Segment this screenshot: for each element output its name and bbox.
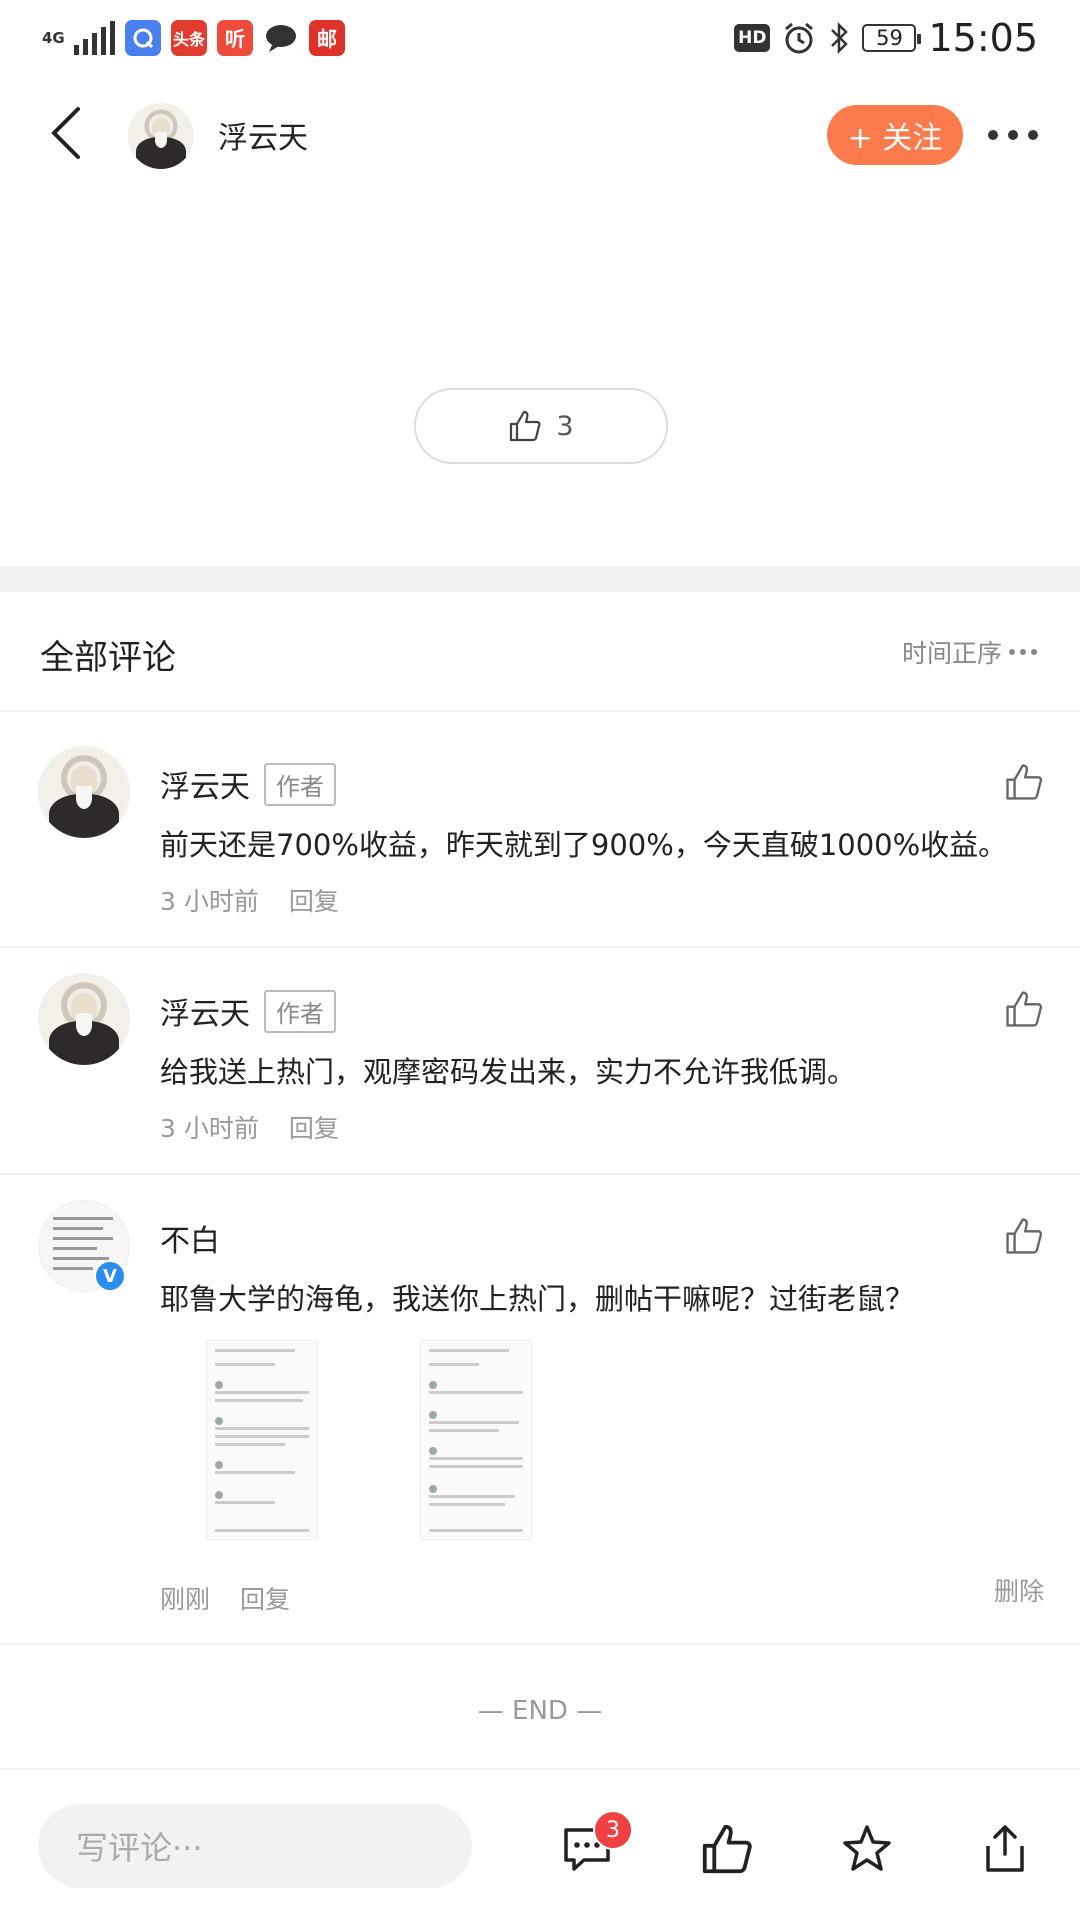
status-left: 4G 头条 听 邮: [42, 19, 345, 56]
thumbs-up-icon: [1006, 764, 1043, 800]
sort-button[interactable]: 时间正序: [902, 634, 1038, 670]
toutiao-app-icon: 头条: [171, 19, 207, 56]
section-separator: [0, 566, 1080, 592]
mail-app-icon: 邮: [309, 19, 345, 56]
bluetooth-icon: [831, 21, 849, 54]
comment-time: 3 小时前: [160, 1114, 259, 1143]
commenter-name[interactable]: 浮云天: [160, 989, 250, 1033]
commenter-name-row: 不白: [160, 1216, 220, 1260]
commenter-name-row: 浮云天 作者: [160, 762, 336, 806]
comment-meta: 刚刚 回复: [160, 1580, 290, 1616]
top-nav: 浮云天 + 关注: [0, 75, 1080, 195]
battery-icon: 59: [862, 23, 922, 52]
clock: 15:05: [928, 15, 1038, 60]
listen-app-icon: 听: [217, 19, 253, 56]
commenter-name[interactable]: 浮云天: [160, 762, 250, 806]
thumbs-up-icon: [702, 1824, 752, 1874]
comment-time: 刚刚: [160, 1585, 211, 1614]
reply-button[interactable]: 回复: [289, 882, 339, 918]
comment-count-badge: 3: [593, 1810, 633, 1850]
battery-level: 59: [876, 25, 903, 50]
author-badge: 作者: [264, 989, 336, 1033]
comment-text: 给我送上热门，观摩密码发出来，实力不允许我低调。: [160, 1055, 857, 1089]
commenter-avatar[interactable]: [38, 973, 130, 1065]
more-dots-icon: [1009, 649, 1037, 655]
back-button[interactable]: [44, 103, 94, 163]
comment-text: 耶鲁大学的海龟，我送你上热门，删帖干嘛呢？过街老鼠？: [160, 1282, 915, 1316]
share-button[interactable]: [978, 1822, 1032, 1876]
chevron-left-icon: [51, 107, 80, 159]
comment-time: 3 小时前: [160, 887, 259, 916]
comment-meta: 3 小时前 回复: [160, 1109, 339, 1145]
like-button[interactable]: [700, 1822, 754, 1876]
end-marker: — END —: [477, 1696, 603, 1726]
reply-button[interactable]: 回复: [289, 1109, 339, 1145]
network-type: 4G: [42, 28, 65, 47]
divider: [0, 1173, 1080, 1175]
bottom-bar: 写评论··· 3: [0, 1768, 1080, 1920]
comment-input[interactable]: 写评论···: [38, 1804, 472, 1888]
comment-item: 浮云天 作者 前天还是700%收益，昨天就到了900%，今天直破1000%收益。…: [0, 746, 1080, 946]
favorite-button[interactable]: [840, 1822, 894, 1876]
status-bar: 4G 头条 听 邮 HD 59 15:05: [0, 0, 1080, 75]
author-badge: 作者: [264, 762, 336, 806]
delete-button[interactable]: 删除: [994, 1572, 1044, 1608]
comment-like-button[interactable]: [1004, 1216, 1044, 1256]
comment-image[interactable]: [206, 1340, 318, 1540]
comment-image[interactable]: [420, 1340, 532, 1540]
follow-button[interactable]: + 关注: [827, 105, 963, 165]
alarm-icon: [785, 22, 814, 53]
thumbs-up-icon: [510, 410, 541, 442]
verified-badge: V: [94, 1260, 126, 1292]
comment-text: 前天还是700%收益，昨天就到了900%，今天直破1000%收益。: [160, 828, 1008, 862]
post-like-button[interactable]: 3: [414, 388, 668, 464]
commenter-name[interactable]: 不白: [160, 1216, 220, 1260]
sort-label: 时间正序: [901, 639, 1002, 668]
thumbs-up-icon: [1006, 991, 1043, 1027]
post-like-count: 3: [556, 410, 574, 442]
browser-app-icon: [125, 19, 161, 56]
commenter-name-row: 浮云天 作者: [160, 989, 336, 1033]
status-right: HD 59 15:05: [734, 16, 1038, 60]
author-avatar[interactable]: [128, 103, 194, 169]
signal-icon: [74, 20, 115, 55]
comment-like-button[interactable]: [1004, 762, 1044, 802]
comment-item: 浮云天 作者 给我送上热门，观摩密码发出来，实力不允许我低调。 3 小时前 回复: [0, 973, 1080, 1173]
divider: [0, 1643, 1080, 1645]
star-icon: [843, 1825, 891, 1871]
comment-meta: 3 小时前 回复: [160, 882, 339, 918]
message-app-icon: [263, 20, 299, 56]
comment-like-button[interactable]: [1004, 989, 1044, 1029]
hd-icon: HD: [734, 23, 771, 52]
comment-item: V 不白 耶鲁大学的海龟，我送你上热门，删帖干嘛呢？过街老鼠？ 刚刚 回复 删除: [0, 1200, 1080, 1640]
commenter-avatar[interactable]: [38, 746, 130, 838]
divider: [0, 710, 1080, 712]
comments-title: 全部评论: [40, 638, 176, 678]
author-name[interactable]: 浮云天: [218, 113, 308, 157]
thumbs-up-icon: [1006, 1218, 1043, 1254]
divider: [0, 946, 1080, 948]
share-icon: [986, 1825, 1024, 1872]
more-options-button[interactable]: [988, 123, 1044, 147]
reply-button[interactable]: 回复: [240, 1580, 290, 1616]
